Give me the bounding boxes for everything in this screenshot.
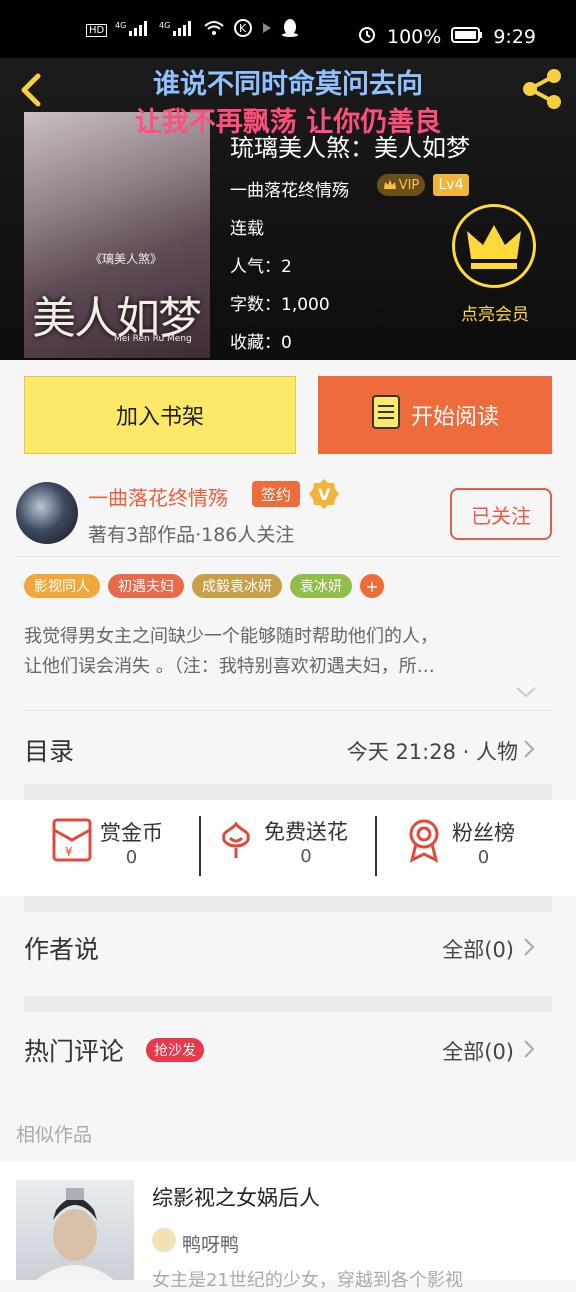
section-separator	[24, 896, 552, 912]
author-avatar[interactable]	[16, 482, 78, 544]
favorites-count: 收藏：0	[230, 333, 292, 353]
author-says-all: 全部(0)	[442, 938, 514, 962]
tag-list: 影视同人 初遇夫妇 成毅袁冰妍 袁冰妍 +	[24, 574, 384, 598]
add-to-shelf-button[interactable]: 加入书架	[24, 376, 296, 454]
similar-work-cover[interactable]	[16, 1180, 134, 1280]
chevron-right-icon	[522, 936, 536, 958]
author-stats: 著有3部作品·186人关注	[88, 524, 295, 546]
divider	[16, 556, 560, 557]
book-cover[interactable]: 《璃美人煞》 美人如梦 Mei Ren Ru Meng	[24, 112, 210, 358]
reward-value: 0	[477, 846, 490, 868]
tag-item[interactable]: 成毅袁冰妍	[192, 574, 282, 598]
reward-label: 免费送花	[264, 820, 348, 844]
signal-icon-2: 4G	[159, 19, 195, 41]
lyric-line-1: 谁说不同时命莫问去向	[153, 69, 423, 100]
svg-text:K: K	[239, 22, 247, 35]
book-title: 琉璃美人煞：美人如梦	[230, 134, 470, 162]
similar-author-avatar	[152, 1228, 176, 1252]
section-separator	[24, 784, 552, 800]
catalog-latest: 今天 21:28 · 人物	[346, 740, 518, 764]
word-count: 字数：1,000	[230, 295, 330, 315]
alarm-icon	[357, 24, 377, 49]
add-to-shelf-label: 加入书架	[115, 405, 204, 430]
divider	[375, 816, 377, 876]
reward-value: 0	[300, 846, 312, 867]
book-description[interactable]: 我觉得男女主之间缺少一个能够随时帮助他们的人， 让他们误会消失 。（注：我特别喜…	[24, 622, 548, 682]
tag-item[interactable]: 袁冰妍	[290, 574, 352, 598]
reward-coins[interactable]: ¥ 赏金币 0	[50, 816, 163, 868]
author-name[interactable]: 一曲落花终情殇	[88, 482, 228, 511]
tag-item[interactable]: 影视同人	[24, 574, 100, 598]
battery-icon	[451, 26, 483, 48]
reward-fans[interactable]: 粉丝榜 0	[404, 816, 515, 868]
divider	[24, 710, 552, 711]
vip-label: VIP	[398, 177, 420, 193]
vip-badge: VIP	[377, 174, 425, 196]
chevron-right-icon	[522, 1038, 536, 1060]
svg-text:4G: 4G	[159, 21, 170, 30]
follow-label: 已关注	[471, 503, 531, 528]
book-icon	[371, 394, 401, 436]
similar-work-description: 女主是21世纪的少女，穿越到各个影视	[152, 1270, 463, 1291]
tag-item[interactable]: 初遇夫妇	[108, 574, 184, 598]
follow-button[interactable]: 已关注	[450, 488, 552, 540]
author-says-title: 作者说	[24, 935, 100, 964]
play-icon	[261, 21, 273, 39]
add-tag-button[interactable]: +	[360, 574, 384, 598]
catalog-row[interactable]: 目录 今天 21:28 · 人物	[0, 720, 576, 780]
expand-chevron-icon[interactable]	[514, 684, 538, 700]
member-crown-icon[interactable]	[452, 204, 536, 288]
member-label[interactable]: 点亮会员	[440, 300, 550, 325]
reward-value: 0	[125, 846, 138, 868]
level-badge: Lv4	[433, 174, 469, 196]
section-separator	[24, 996, 552, 1012]
serial-status: 连载	[230, 219, 264, 239]
popularity: 人气：2	[230, 257, 292, 277]
similar-work-author: 鸭呀鸭	[182, 1234, 240, 1256]
divider	[199, 816, 201, 876]
catalog-title: 目录	[24, 737, 75, 766]
red-envelope-icon: ¥	[50, 816, 94, 868]
reward-label: 粉丝榜	[452, 820, 515, 845]
back-icon[interactable]	[14, 70, 50, 110]
reward-label: 赏金币	[100, 820, 163, 845]
crown-small-icon	[383, 180, 396, 189]
status-right: 100% 9:29	[357, 24, 536, 49]
verified-letter: V	[318, 485, 331, 504]
cover-subtitle: 《璃美人煞》	[90, 252, 163, 266]
hot-comments-title: 热门评论	[24, 1037, 125, 1066]
k-icon: K	[233, 18, 253, 42]
similar-work-title[interactable]: 综影视之女娲后人	[152, 1182, 320, 1212]
start-reading-button[interactable]: 开始阅读	[318, 376, 552, 454]
battery-percent: 100%	[387, 25, 442, 48]
reward-flowers[interactable]: 免费送花 0	[216, 816, 348, 867]
similar-works-label: 相似作品	[16, 1124, 93, 1146]
signed-badge: 签约	[252, 481, 300, 507]
share-icon[interactable]	[520, 66, 566, 112]
flower-icon	[216, 818, 256, 866]
clock-time: 9:29	[493, 25, 536, 48]
description-line-2: 让他们误会消失 。（注：我特别喜欢初遇夫妇，所…	[24, 656, 435, 677]
status-left: HD 4G 4G K	[86, 18, 299, 42]
hot-comments-all: 全部(0)	[442, 1040, 514, 1064]
first-comment-badge[interactable]: 抢沙发	[146, 1038, 204, 1062]
hot-comments-row[interactable]: 热门评论 全部(0)	[0, 1020, 576, 1080]
svg-text:4G: 4G	[115, 21, 126, 30]
start-reading-label: 开始阅读	[410, 405, 499, 430]
verified-icon: V	[308, 478, 340, 510]
medal-icon	[404, 816, 444, 868]
wifi-icon	[203, 19, 225, 41]
svg-text:¥: ¥	[65, 845, 73, 859]
header-author[interactable]: 一曲落花终情殇	[230, 176, 349, 201]
signal-icon: 4G	[115, 19, 151, 41]
chevron-right-icon	[522, 738, 536, 760]
qq-icon	[281, 18, 299, 42]
cover-pinyin: Mei Ren Ru Meng	[114, 334, 192, 344]
hd-indicator: HD	[86, 23, 108, 37]
author-says-row[interactable]: 作者说 全部(0)	[0, 918, 576, 978]
description-line-1: 我觉得男女主之间缺少一个能够随时帮助他们的人，	[24, 626, 438, 647]
